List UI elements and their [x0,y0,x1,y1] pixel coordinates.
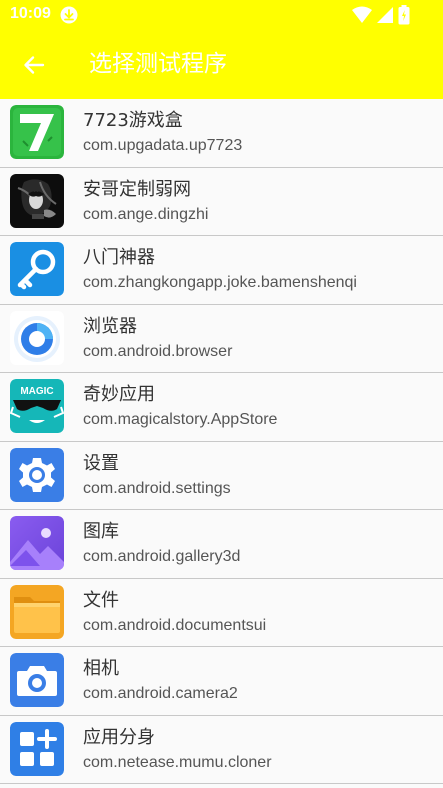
app-list-item[interactable]: 安哥定制弱网 com.ange.dingzhi [0,167,443,236]
app-list-item[interactable]: 应用分身 com.netease.mumu.cloner [0,715,443,784]
ange-icon [10,173,64,228]
gallery-icon [10,516,64,570]
svg-text:MAGIC: MAGIC [20,386,53,397]
app-name: 图库 [83,521,119,542]
app-name: 浏览器 [83,315,137,337]
app-name: 7723游戏盒 [83,110,183,131]
wifi-icon [352,6,372,24]
app-list-item[interactable]: 相机 com.android.camera2 [0,647,443,716]
key-wrench-icon [10,242,64,296]
gear-icon [10,447,64,502]
app-name: 文件 [83,589,119,611]
app-package: com.android.settings [83,479,231,497]
app-list-item[interactable]: 浏览器 com.android.browser [0,304,443,373]
app-list[interactable]: 7723游戏盒 com.upgadata.up7723 安哥定制弱网 com.a… [0,99,443,784]
app-package: com.upgadata.up7723 [83,137,243,154]
page-title: 选择测试程序 [89,51,227,77]
back-button[interactable] [18,50,50,80]
app-package: com.android.browser [83,342,233,360]
app-package: com.netease.mumu.cloner [83,753,272,771]
camera-icon [10,653,64,707]
arrow-left-icon [22,53,46,77]
app-list-item[interactable]: MAGIC 奇妙应用 com.magicalstory.AppStore [0,373,443,442]
magic-icon: MAGIC [10,379,64,433]
browser-icon [10,310,64,365]
signal-icon [376,6,394,24]
app-name: 奇妙应用 [83,384,155,405]
app-list-item[interactable]: 7723游戏盒 com.upgadata.up7723 [0,99,443,168]
status-time: 10:09 [10,5,51,22]
app-list-item[interactable]: 文件 com.android.documentsui [0,578,443,647]
app-name: 相机 [83,658,119,679]
app-name: 安哥定制弱网 [83,178,191,200]
status-bar: 10:09 [0,0,443,30]
folder-icon [10,584,64,639]
app-bar: 选择测试程序 [0,30,443,99]
cloner-icon [10,721,64,776]
app-package: com.android.gallery3d [83,548,241,565]
app-name: 应用分身 [83,726,155,748]
app-package: com.android.camera2 [83,685,238,702]
app-list-item[interactable]: 八门神器 com.zhangkongapp.joke.bamenshenqi [0,236,443,305]
app-package: com.zhangkongapp.joke.bamenshenqi [83,274,357,291]
7723-icon [10,105,64,159]
app-package: com.ange.dingzhi [83,205,209,223]
download-icon [60,6,78,24]
app-name: 设置 [83,452,119,474]
app-package: com.android.documentsui [83,616,267,634]
app-name: 八门神器 [83,247,155,268]
app-list-item[interactable]: 设置 com.android.settings [0,441,443,510]
battery-icon [398,5,410,25]
app-list-item[interactable]: 图库 com.android.gallery3d [0,510,443,579]
app-package: com.magicalstory.AppStore [83,411,278,428]
